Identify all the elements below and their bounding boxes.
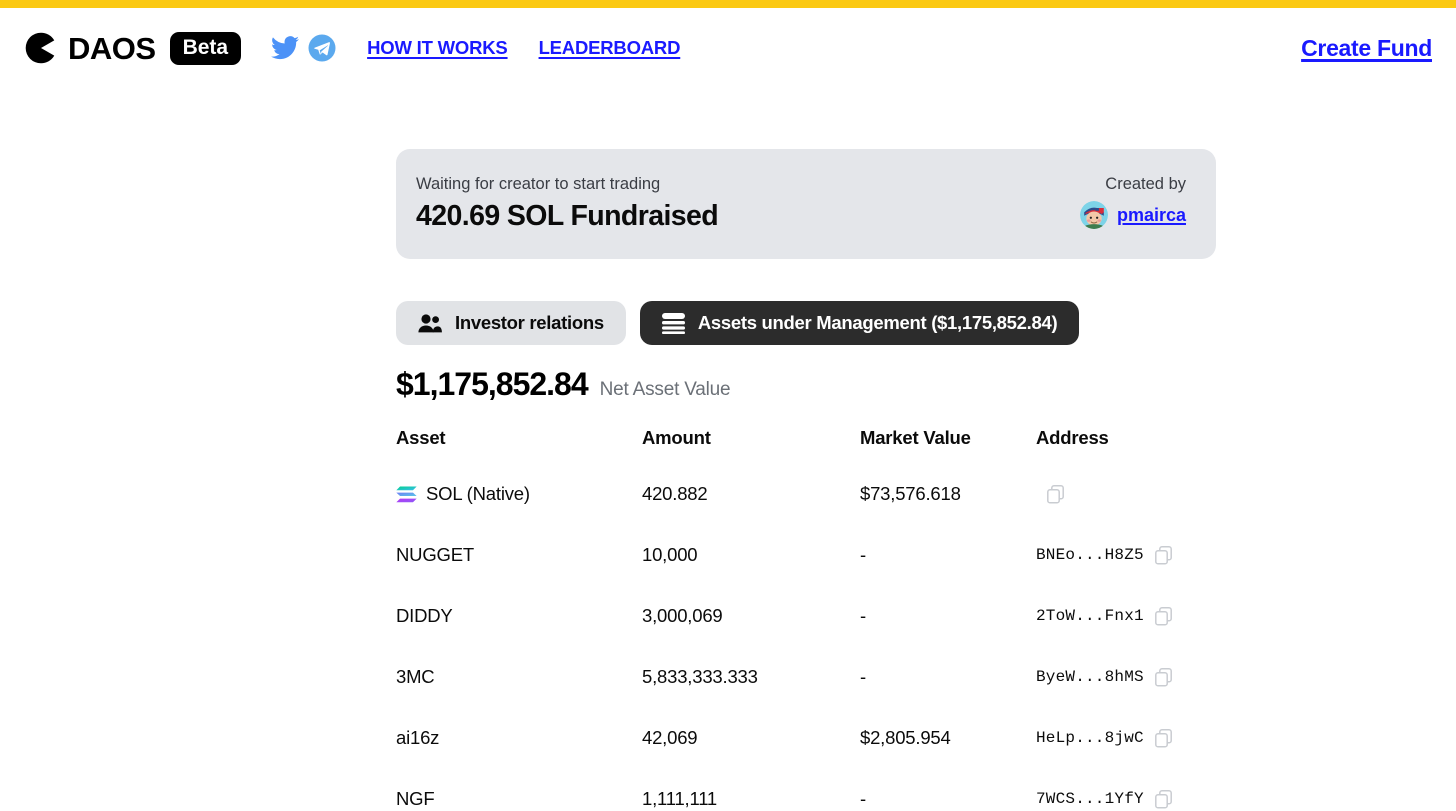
net-asset-value-row: $1,175,852.84 Net Asset Value bbox=[396, 366, 1216, 403]
table-row: NUGGET 10,000 - BNEo...H8Z5 bbox=[396, 544, 1216, 605]
cell-address: 2ToW...Fnx1 bbox=[1036, 605, 1216, 666]
asset-name: DIDDY bbox=[396, 605, 453, 627]
create-fund-link[interactable]: Create Fund bbox=[1301, 35, 1432, 62]
table-header-row: Asset Amount Market Value Address bbox=[396, 427, 1216, 483]
copy-icon[interactable] bbox=[1154, 667, 1172, 687]
cell-market-value: $2,805.954 bbox=[860, 727, 951, 749]
people-icon bbox=[418, 314, 442, 333]
creator-handle-link[interactable]: pmairca bbox=[1117, 205, 1186, 226]
address-text: HeLp...8jwC bbox=[1036, 729, 1144, 748]
creator-row: pmairca bbox=[1079, 201, 1186, 230]
cell-amount: 5,833,333.333 bbox=[642, 666, 758, 688]
creator-block: Created by pmairca bbox=[1079, 172, 1186, 230]
cell-amount: 420.882 bbox=[642, 483, 708, 505]
cell-asset: 3MC bbox=[396, 666, 642, 727]
copy-icon[interactable] bbox=[1154, 545, 1172, 565]
cell-asset: DIDDY bbox=[396, 605, 642, 666]
address-text: 7WCS...1YfY bbox=[1036, 790, 1144, 809]
fund-tabs: Investor relations Assets under Manageme… bbox=[396, 301, 1216, 346]
cell-amount: 1,111,111 bbox=[642, 788, 718, 810]
telegram-icon[interactable] bbox=[308, 34, 336, 62]
fund-status-card: Waiting for creator to start trading 420… bbox=[396, 149, 1216, 260]
beta-badge: Beta bbox=[169, 31, 242, 65]
fund-status-text: Waiting for creator to start trading 420… bbox=[416, 172, 719, 233]
cell-amount: 42,069 bbox=[642, 727, 698, 749]
cell-address: 7WCS...1YfY bbox=[1036, 788, 1216, 811]
tab-investor-relations[interactable]: Investor relations bbox=[396, 301, 626, 346]
fund-raised-headline: 420.69 SOL Fundraised bbox=[416, 200, 719, 233]
asset-name: NGF bbox=[396, 788, 435, 810]
main-nav: HOW IT WORKS LEADERBOARD bbox=[367, 37, 680, 59]
copy-icon[interactable] bbox=[1154, 789, 1172, 809]
cell-address: BNEo...H8Z5 bbox=[1036, 544, 1216, 605]
cell-market-value: - bbox=[860, 605, 866, 627]
net-asset-value: $1,175,852.84 bbox=[396, 366, 589, 403]
cell-amount: 10,000 bbox=[642, 544, 698, 566]
cell-asset: SOL (Native) bbox=[396, 483, 642, 544]
address-text: 2ToW...Fnx1 bbox=[1036, 607, 1144, 626]
copy-icon[interactable] bbox=[1154, 728, 1172, 748]
net-asset-value-caption: Net Asset Value bbox=[599, 379, 731, 401]
tab-assets-under-management-label: Assets under Management ($1,175,852.84) bbox=[697, 312, 1058, 334]
asset-name: NUGGET bbox=[396, 544, 474, 566]
cell-amount: 3,000,069 bbox=[642, 605, 723, 627]
assets-table-head: Asset Amount Market Value Address bbox=[396, 427, 1216, 483]
table-row: NGF 1,111,111 - 7WCS...1YfY bbox=[396, 788, 1216, 811]
created-by-label: Created by bbox=[1105, 175, 1186, 193]
brand-logo-group[interactable]: DAOS Beta bbox=[24, 30, 242, 66]
solana-icon bbox=[396, 486, 417, 502]
social-links bbox=[271, 34, 336, 62]
nav-link-how-it-works[interactable]: HOW IT WORKS bbox=[367, 37, 508, 59]
cell-market-value: $73,576.618 bbox=[860, 483, 961, 505]
assets-table-body: SOL (Native) 420.882 $73,576.618 NUGGET … bbox=[396, 483, 1216, 811]
address-text: BNEo...H8Z5 bbox=[1036, 546, 1144, 565]
column-header-market-value: Market Value bbox=[860, 427, 971, 449]
cell-asset: NGF bbox=[396, 788, 642, 811]
tab-investor-relations-label: Investor relations bbox=[455, 312, 604, 334]
site-header: DAOS Beta HOW IT WORKS LEADERBOARD Creat… bbox=[0, 8, 1456, 88]
table-row: ai16z 42,069 $2,805.954 HeLp...8jwC bbox=[396, 727, 1216, 788]
asset-name: SOL (Native) bbox=[426, 483, 530, 505]
copy-icon[interactable] bbox=[1154, 606, 1172, 626]
cell-asset: ai16z bbox=[396, 727, 642, 788]
address-text: ByeW...8hMS bbox=[1036, 668, 1144, 687]
brand-name: DAOS bbox=[68, 30, 156, 66]
twitter-icon[interactable] bbox=[271, 36, 300, 60]
cell-address: HeLp...8jwC bbox=[1036, 727, 1216, 788]
tab-assets-under-management[interactable]: Assets under Management ($1,175,852.84) bbox=[639, 301, 1080, 346]
table-row: DIDDY 3,000,069 - 2ToW...Fnx1 bbox=[396, 605, 1216, 666]
asset-name: ai16z bbox=[396, 727, 440, 749]
cell-market-value: - bbox=[860, 544, 866, 566]
table-row: 3MC 5,833,333.333 - ByeW...8hMS bbox=[396, 666, 1216, 727]
column-header-amount: Amount bbox=[642, 427, 711, 449]
cell-address: ByeW...8hMS bbox=[1036, 666, 1216, 727]
cell-market-value: - bbox=[860, 788, 866, 810]
copy-icon[interactable] bbox=[1047, 484, 1064, 504]
fund-status-subtitle: Waiting for creator to start trading bbox=[416, 175, 661, 193]
asset-name: 3MC bbox=[396, 666, 435, 688]
creator-avatar-icon bbox=[1079, 201, 1108, 230]
cell-asset: NUGGET bbox=[396, 544, 642, 605]
assets-table: Asset Amount Market Value Address SOL (N… bbox=[396, 427, 1216, 811]
top-accent-bar bbox=[0, 0, 1456, 8]
cell-market-value: - bbox=[860, 666, 866, 688]
nav-link-leaderboard[interactable]: LEADERBOARD bbox=[539, 37, 681, 59]
table-row: SOL (Native) 420.882 $73,576.618 bbox=[396, 483, 1216, 544]
main-content: Waiting for creator to start trading 420… bbox=[396, 149, 1216, 811]
stack-icon bbox=[661, 312, 685, 334]
daos-pacman-logo-icon bbox=[25, 32, 55, 64]
column-header-asset: Asset bbox=[396, 427, 446, 449]
cell-address bbox=[1036, 483, 1216, 544]
column-header-address: Address bbox=[1036, 427, 1109, 449]
